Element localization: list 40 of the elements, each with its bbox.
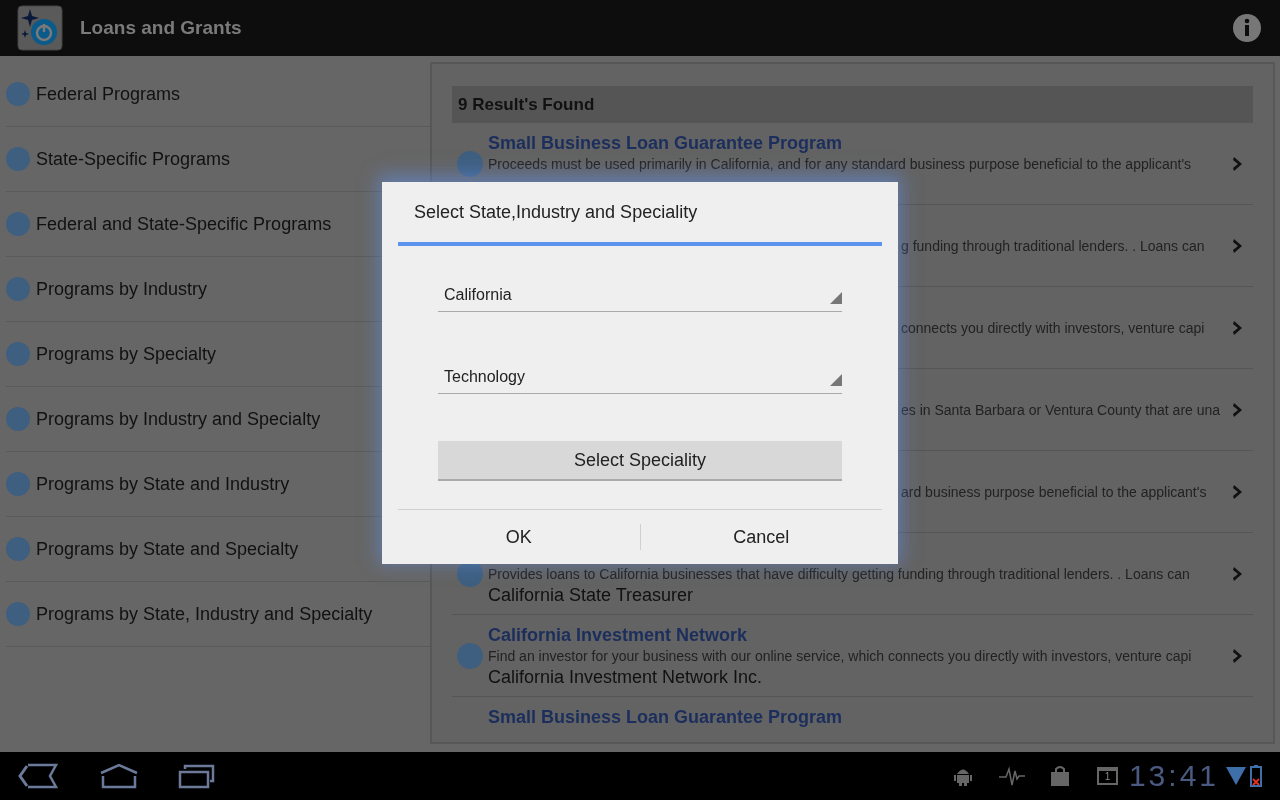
program-description: Proceeds must be used primarily in California, and for any standard business purpose beneficial to the applicant's bbox=[488, 155, 1192, 172]
dialog-button[interactable]: Cancel bbox=[639, 524, 882, 550]
clock-time: 13:41 bbox=[1128, 761, 1219, 791]
sidebar-item[interactable]: Federal Programs bbox=[6, 62, 430, 127]
program-title: California Investment Network bbox=[488, 624, 748, 645]
chevron-right-icon bbox=[1232, 155, 1244, 172]
program-description: Provides loans to California businesses that have difficulty getting funding through traditional lenders. . Loans can bbox=[488, 565, 1190, 582]
chevron-right-icon bbox=[1232, 647, 1244, 664]
dropdown-corner-icon bbox=[830, 374, 842, 386]
battery-icon bbox=[1250, 765, 1262, 787]
results-header: 9 Result's Found bbox=[452, 86, 1253, 123]
home-icon[interactable] bbox=[99, 763, 139, 789]
dropdown-spinner[interactable]: Technology bbox=[438, 360, 842, 394]
chevron-right-icon bbox=[1232, 483, 1244, 500]
info-icon[interactable] bbox=[1232, 13, 1262, 43]
sidebar-item[interactable]: Programs by State, Industry and Specialty bbox=[6, 582, 430, 647]
back-icon[interactable] bbox=[18, 763, 58, 789]
pulse-icon bbox=[998, 765, 1025, 787]
app-title: Loans and Grants bbox=[80, 15, 242, 40]
program-description: connects you directly with investors, venture capi bbox=[901, 319, 1205, 336]
shopping-bag-icon bbox=[1048, 765, 1071, 787]
dropdown-spinner[interactable]: California bbox=[438, 278, 842, 312]
program-title: Small Business Loan Guarantee Program bbox=[488, 132, 843, 153]
program-description: ard business purpose beneficial to the applicant's bbox=[901, 483, 1207, 500]
chevron-right-icon bbox=[1232, 237, 1244, 254]
recent-apps-icon[interactable] bbox=[178, 763, 216, 789]
calendar-icon: 1 bbox=[1096, 767, 1118, 785]
program-agency: California Investment Network Inc. bbox=[488, 666, 763, 687]
program-agency: California State Treasurer bbox=[488, 584, 694, 605]
chevron-right-icon bbox=[1232, 565, 1244, 582]
program-description: Find an investor for your business with our online service, which connects you directly with investors, venture capi bbox=[488, 647, 1192, 664]
chevron-right-icon bbox=[1232, 401, 1244, 418]
wifi-signal-icon bbox=[1225, 766, 1247, 786]
dropdown-corner-icon bbox=[830, 292, 842, 304]
chevron-right-icon bbox=[1232, 319, 1244, 336]
select-speciality-button[interactable]: Select Speciality bbox=[438, 441, 842, 481]
app-logo-icon bbox=[17, 5, 63, 51]
program-description: es in Santa Barbara or Ventura County that are una bbox=[901, 401, 1221, 418]
program-title: Small Business Loan Guarantee Program bbox=[488, 706, 843, 727]
result-row[interactable]: California Investment Network Find an investor for your business with our online service, which connects you directly with investors, venture capi California Investment Network Inc. bbox=[452, 615, 1253, 697]
